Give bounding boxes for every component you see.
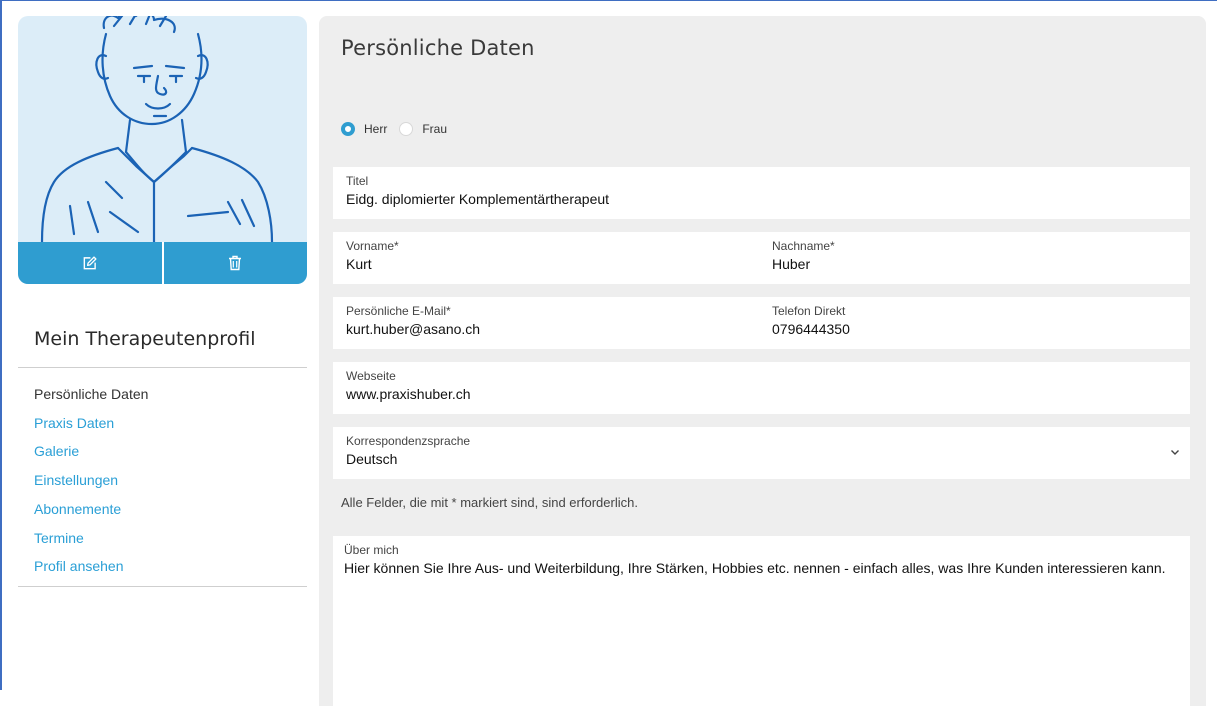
vorname-field[interactable]: Vorname* Kurt (346, 239, 399, 274)
nachname-label: Nachname* (772, 239, 835, 253)
email-field[interactable]: Persönliche E-Mail* kurt.huber@asano.ch (346, 304, 480, 339)
titel-label: Titel (346, 174, 369, 188)
email-value[interactable]: kurt.huber@asano.ch (346, 319, 480, 339)
sidebar-item-persoenliche-daten[interactable]: Persönliche Daten (34, 380, 148, 409)
radio-herr[interactable] (341, 122, 355, 136)
sidebar-item-einstellungen[interactable]: Einstellungen (34, 466, 148, 495)
webseite-label: Webseite (346, 369, 396, 383)
edit-avatar-button[interactable] (18, 242, 162, 284)
ueber-mich-textarea[interactable]: Über mich Hier können Sie Ihre Aus- und … (333, 536, 1190, 706)
sidebar-divider-bottom (18, 586, 307, 587)
trash-icon (229, 255, 242, 271)
required-fields-note: Alle Felder, die mit * markiert sind, si… (341, 495, 638, 510)
sprache-label: Korrespondenzsprache (346, 434, 471, 448)
sidebar-item-profil-ansehen[interactable]: Profil ansehen (34, 552, 148, 581)
sidebar-title: Mein Therapeutenprofil (34, 328, 256, 350)
telefon-field[interactable]: Telefon Direkt 0796444350 (772, 304, 850, 339)
ueber-mich-value[interactable]: Hier können Sie Ihre Aus- und Weiterbild… (344, 558, 1174, 578)
sidebar-item-praxis-daten[interactable]: Praxis Daten (34, 409, 148, 438)
name-row: Vorname* Kurt Nachname* Huber (333, 232, 1190, 284)
sidebar-item-galerie[interactable]: Galerie (34, 437, 148, 466)
email-label: Persönliche E-Mail* (346, 304, 451, 318)
avatar-action-bar (18, 242, 307, 284)
avatar-card (18, 16, 307, 284)
telefon-value[interactable]: 0796444350 (772, 319, 850, 339)
delete-avatar-button[interactable] (161, 242, 308, 284)
telefon-label: Telefon Direkt (772, 304, 846, 318)
webseite-field[interactable]: Webseite www.praxishuber.ch (333, 362, 1190, 414)
sidebar-divider-top (18, 367, 307, 368)
page-title: Persönliche Daten (341, 36, 535, 60)
avatar-illustration (40, 16, 274, 242)
nachname-value[interactable]: Huber (772, 254, 835, 274)
sidebar-nav: Persönliche Daten Praxis Daten Galerie E… (34, 380, 148, 581)
webseite-value[interactable]: www.praxishuber.ch (346, 384, 471, 404)
sprache-value[interactable]: Deutsch (346, 449, 470, 469)
nachname-field[interactable]: Nachname* Huber (772, 239, 835, 274)
titel-value[interactable]: Eidg. diplomierter Komplementärtherapeut (346, 189, 609, 209)
gender-radio-group: Herr Frau (341, 122, 459, 136)
titel-field[interactable]: Titel Eidg. diplomierter Komplementärthe… (333, 167, 1190, 219)
ueber-mich-label: Über mich (344, 543, 399, 557)
radio-frau-label[interactable]: Frau (422, 122, 447, 136)
vorname-value[interactable]: Kurt (346, 254, 399, 274)
sidebar-item-abonnemente[interactable]: Abonnemente (34, 495, 148, 524)
edit-icon (83, 255, 97, 269)
vorname-label: Vorname* (346, 239, 399, 253)
personal-data-panel: Persönliche Daten Herr Frau Titel Eidg. … (319, 16, 1206, 706)
radio-herr-label[interactable]: Herr (364, 122, 387, 136)
chevron-down-icon[interactable] (1170, 449, 1180, 456)
contact-row: Persönliche E-Mail* kurt.huber@asano.ch … (333, 297, 1190, 349)
sidebar-item-termine[interactable]: Termine (34, 524, 148, 553)
radio-frau[interactable] (399, 122, 414, 136)
sprache-select[interactable]: Korrespondenzsprache Deutsch (333, 427, 1190, 479)
